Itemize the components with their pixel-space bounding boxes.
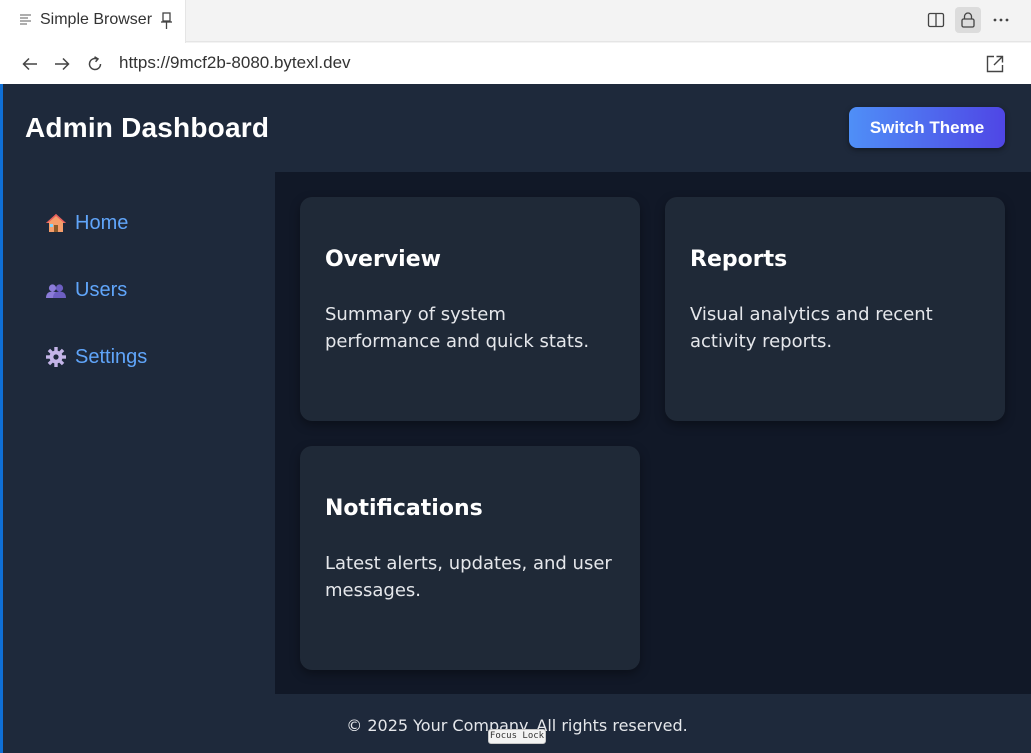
editor-tab-strip: Simple Browser (0, 0, 1031, 43)
switch-theme-button[interactable]: Switch Theme (849, 107, 1005, 148)
sidebar: Home Users Settings (3, 172, 275, 694)
more-actions-button[interactable] (988, 7, 1014, 33)
focus-lock-indicator: Focus Lock (488, 729, 546, 744)
card-title: Reports (690, 247, 788, 272)
arrow-right-icon (55, 57, 70, 71)
house-icon (46, 214, 66, 232)
page-footer: © 2025 Your Company. All rights reserved… (3, 694, 1031, 753)
users-icon (46, 284, 66, 298)
lock-icon (961, 12, 975, 28)
arrow-left-icon (22, 57, 37, 71)
card-notifications[interactable]: Notifications Latest alerts, updates, an… (300, 446, 640, 670)
split-editor-button[interactable] (923, 7, 949, 33)
tab-simple-browser[interactable]: Simple Browser (0, 0, 186, 43)
card-description: Visual analytics and recent activity rep… (690, 304, 933, 352)
ellipsis-icon (993, 18, 1009, 22)
sidebar-item-settings[interactable]: Settings (45, 343, 147, 371)
main-content: Overview Summary of system performance a… (275, 172, 1031, 694)
card-overview[interactable]: Overview Summary of system performance a… (300, 197, 640, 421)
gear-icon (46, 347, 66, 367)
sidebar-item-users[interactable]: Users (45, 276, 127, 304)
split-editor-icon (927, 12, 945, 28)
card-description: Latest alerts, updates, and user message… (325, 553, 612, 601)
page-title: Admin Dashboard (25, 112, 270, 143)
back-button[interactable] (18, 52, 42, 76)
sidebar-item-label: Settings (75, 345, 148, 368)
pin-icon[interactable] (159, 12, 174, 30)
sidebar-item-home[interactable]: Home (45, 209, 128, 237)
forward-button[interactable] (50, 52, 74, 76)
sidebar-item-label: Home (75, 211, 129, 234)
lock-group-button[interactable] (955, 7, 981, 33)
sidebar-item-label: Users (75, 278, 128, 301)
refresh-icon (88, 56, 102, 71)
tab-label: Simple Browser (40, 11, 153, 28)
url-bar[interactable]: https://9mcf2b-8080.bytexl.dev (119, 53, 351, 73)
open-in-browser-button[interactable] (983, 52, 1007, 76)
app-header: Admin Dashboard Switch Theme (3, 84, 1031, 172)
browser-toolbar: https://9mcf2b-8080.bytexl.dev (0, 43, 1031, 84)
card-reports[interactable]: Reports Visual analytics and recent acti… (665, 197, 1005, 421)
preview-icon (20, 14, 31, 25)
reload-button[interactable] (83, 52, 107, 76)
card-description: Summary of system performance and quick … (325, 304, 590, 352)
card-title: Overview (325, 247, 441, 272)
external-link-icon (986, 55, 1004, 73)
page-viewport: Admin Dashboard Switch Theme Home Users (0, 84, 1031, 753)
card-title: Notifications (325, 496, 483, 521)
